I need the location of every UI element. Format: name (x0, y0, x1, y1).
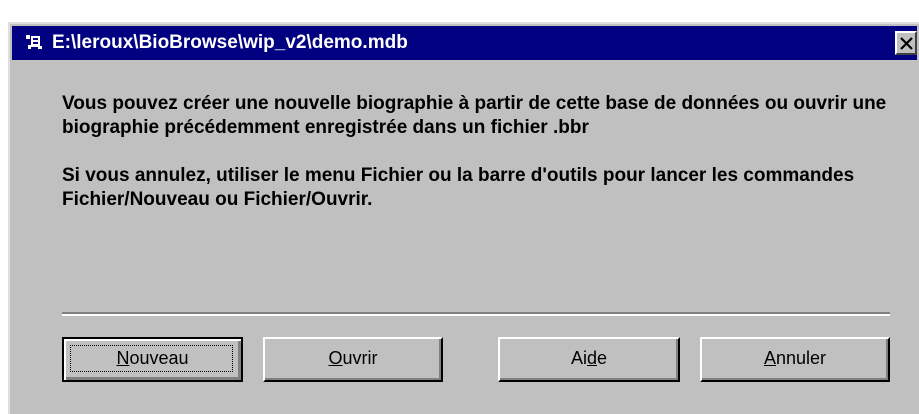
separator-line (62, 312, 890, 316)
close-button[interactable] (895, 31, 917, 55)
message-text: Vous pouvez créer une nouvelle biographi… (62, 92, 902, 236)
annuler-button[interactable]: Annuler (700, 337, 890, 382)
window-title: E:\leroux\BioBrowse\wip_v2\demo.mdb (52, 32, 408, 53)
title-bar[interactable]: E:\leroux\BioBrowse\wip_v2\demo.mdb (12, 26, 917, 60)
aide-button[interactable]: Aide (498, 337, 680, 382)
close-icon (900, 37, 913, 50)
message-paragraph-2: Si vous annulez, utiliser le menu Fichie… (62, 165, 855, 210)
ouvrir-button[interactable]: Ouvrir (263, 337, 443, 382)
dialog-window: E:\leroux\BioBrowse\wip_v2\demo.mdb Vous… (8, 22, 919, 414)
annuler-button-label: Annuler (763, 348, 827, 368)
nouveau-button[interactable]: Nouveau (62, 337, 243, 382)
app-icon (26, 35, 42, 49)
ouvrir-button-label: Ouvrir (328, 348, 378, 368)
message-paragraph-1: Vous pouvez créer une nouvelle biographi… (62, 93, 887, 138)
nouveau-button-label: Nouveau (116, 348, 189, 368)
aide-button-label: Aide (570, 348, 608, 368)
